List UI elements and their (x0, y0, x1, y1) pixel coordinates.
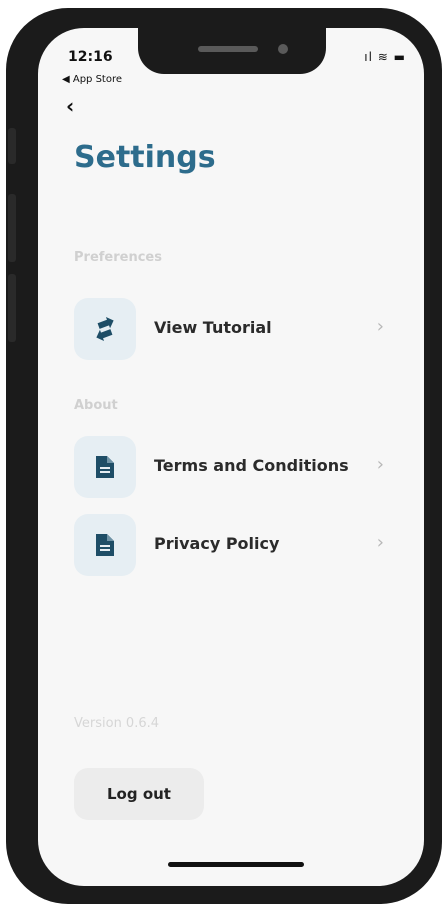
section-about: About (74, 398, 118, 413)
volume-up-button (8, 194, 16, 262)
notch (138, 28, 326, 74)
status-icons: ıl ≋ ▬ (364, 50, 406, 64)
document-icon (96, 456, 114, 478)
icon-container (74, 298, 136, 360)
mute-switch (8, 128, 16, 164)
app-version: Version 0.6.4 (74, 716, 160, 731)
icon-container (74, 514, 136, 576)
settings-item-view-tutorial[interactable]: View Tutorial › (74, 298, 384, 360)
icon-container (74, 436, 136, 498)
chevron-right-icon: › (376, 532, 384, 553)
settings-item-privacy[interactable]: Privacy Policy › (74, 514, 384, 576)
home-indicator[interactable] (168, 862, 304, 867)
status-time: 12:16 (68, 49, 113, 65)
volume-down-button (8, 274, 16, 342)
page-title: Settings (74, 140, 216, 175)
phone-frame: 12:16 ◀ App Store ıl ≋ ▬ ‹ Settings Pref… (6, 8, 442, 904)
speaker (198, 46, 258, 52)
settings-item-label: View Tutorial (154, 318, 272, 337)
chevron-right-icon: › (376, 454, 384, 475)
section-preferences: Preferences (74, 250, 162, 265)
back-to-app-store[interactable]: ◀ App Store (62, 74, 122, 85)
screen: 12:16 ◀ App Store ıl ≋ ▬ ‹ Settings Pref… (38, 28, 424, 886)
camera (278, 44, 288, 54)
settings-item-terms[interactable]: Terms and Conditions › (74, 436, 384, 498)
back-button[interactable]: ‹ (66, 94, 74, 118)
chevron-right-icon: › (376, 316, 384, 337)
settings-item-label: Terms and Conditions (154, 456, 349, 475)
logout-button[interactable]: Log out (74, 768, 204, 820)
document-icon (96, 534, 114, 556)
settings-item-label: Privacy Policy (154, 534, 280, 553)
exchange-icon (96, 316, 114, 342)
